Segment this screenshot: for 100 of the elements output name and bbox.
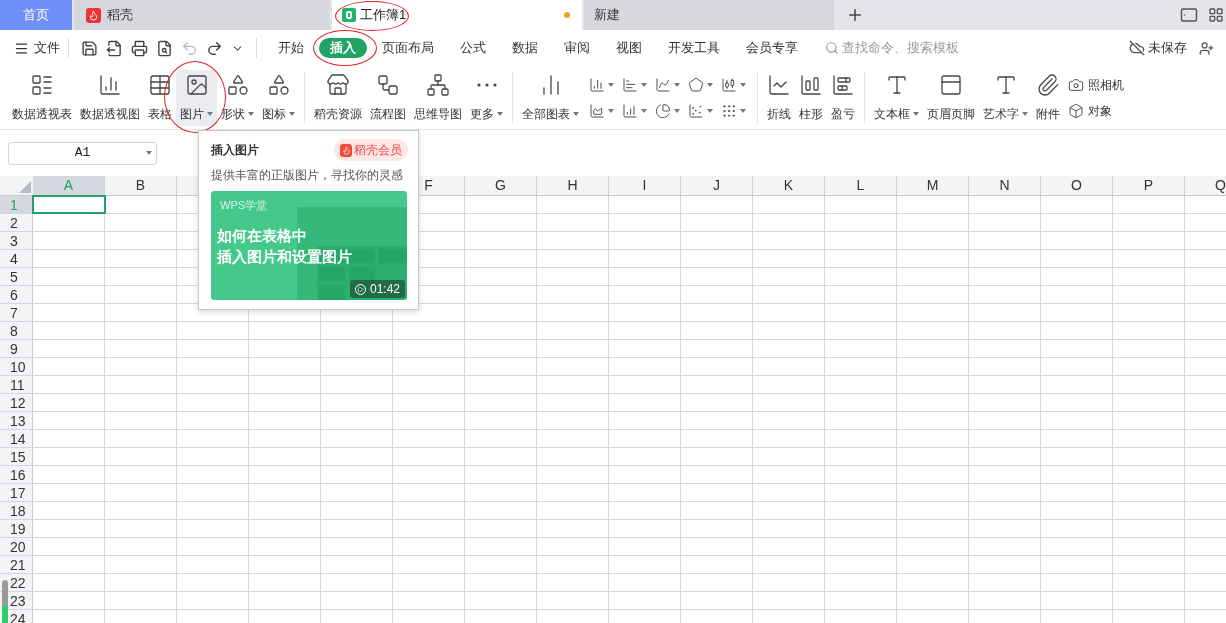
ribbon-tab[interactable]: 开发工具 <box>657 38 731 58</box>
ribbon-button[interactable]: 数据透视表 <box>8 69 76 126</box>
image-icon <box>184 72 209 97</box>
bubble-chart-icon[interactable] <box>721 102 746 119</box>
video-brand: WPS学堂 <box>220 198 268 213</box>
column-header[interactable]: H <box>537 176 609 195</box>
caret-icon <box>146 150 152 155</box>
caret-icon <box>913 111 919 116</box>
shapes-icon <box>225 72 250 97</box>
tablet-mode-icon[interactable] <box>1180 6 1198 24</box>
column-header[interactable]: O <box>1041 176 1113 195</box>
redo-icon[interactable] <box>206 39 223 57</box>
stock-chart-icon[interactable] <box>721 76 746 93</box>
save-status[interactable]: 未保存 <box>1148 38 1187 58</box>
column-header[interactable]: K <box>753 176 825 195</box>
video-card[interactable]: WPS学堂 如何在表格中 插入图片和设置图片 01:42 <box>211 191 407 300</box>
ribbon-button[interactable]: 流程图 <box>366 69 410 126</box>
caret-icon <box>497 111 503 116</box>
ribbon-button[interactable]: 页眉页脚 <box>923 69 979 126</box>
ribbon-button[interactable]: 形状 <box>217 69 258 126</box>
ribbon-tab[interactable]: 视图 <box>605 38 653 58</box>
combo-chart-icon[interactable] <box>622 102 647 119</box>
ribbon-button[interactable]: 柱形 <box>795 69 827 126</box>
scroll-indicator <box>2 580 8 623</box>
caret-icon <box>674 108 680 113</box>
collaborate-icon[interactable] <box>1199 40 1214 56</box>
column-header[interactable]: Q <box>1185 176 1226 195</box>
flowchart-icon <box>376 72 400 97</box>
caret-icon <box>641 108 647 113</box>
ribbon-button[interactable]: 数据透视图 <box>76 69 144 126</box>
ribbon-button[interactable]: 图标 <box>258 69 299 126</box>
caret-icon <box>674 82 680 87</box>
cloud-unsaved-icon <box>1129 40 1145 56</box>
column-header[interactable]: L <box>825 176 897 195</box>
header-footer-icon <box>939 72 963 97</box>
ribbon-button[interactable]: 附件 <box>1032 69 1064 126</box>
docer-logo-icon <box>86 7 101 23</box>
document-tab[interactable]: 工作簿1 <box>332 0 582 30</box>
ribbon-tab[interactable]: 审阅 <box>553 38 601 58</box>
tab-label: 稻壳 <box>107 6 133 25</box>
ribbon-small-button[interactable]: 对象 <box>1068 101 1124 120</box>
ribbon-tab[interactable]: 开始 <box>267 38 315 58</box>
file-menu-button[interactable]: 文件 <box>14 35 60 61</box>
search-icon <box>825 41 839 55</box>
ribbon-button[interactable]: 思维导图 <box>410 69 466 126</box>
object-icon <box>1068 102 1084 119</box>
column-header[interactable]: M <box>897 176 969 195</box>
video-duration[interactable]: 01:42 <box>349 280 405 298</box>
print-preview-icon[interactable] <box>156 39 173 57</box>
store-icon <box>326 72 350 97</box>
active-cell[interactable] <box>33 196 105 213</box>
column-header[interactable]: J <box>681 176 753 195</box>
column-header[interactable]: P <box>1113 176 1185 195</box>
document-tab[interactable]: 稻壳 <box>74 0 330 30</box>
new-tab-icon[interactable] <box>846 6 864 24</box>
more-icon <box>476 82 497 87</box>
caret-icon <box>289 111 295 116</box>
ribbon-button[interactable]: 文本框 <box>870 69 923 126</box>
mind-map-icon <box>426 72 450 97</box>
tab-label: 新建 <box>594 6 620 25</box>
ribbon-small-button[interactable]: 照相机 <box>1068 75 1124 94</box>
ribbon-tab[interactable]: 数据 <box>501 38 549 58</box>
radar-chart-icon[interactable] <box>688 76 713 93</box>
save-icon[interactable] <box>81 39 98 57</box>
tooltip-title: 插入图片 <box>211 142 259 159</box>
area-chart-icon[interactable] <box>589 102 614 119</box>
grid-view-icon[interactable] <box>1208 7 1224 23</box>
ribbon-button[interactable]: 更多 <box>466 69 507 126</box>
ribbon-button[interactable]: 稻壳资源 <box>310 69 366 126</box>
column-header[interactable]: N <box>969 176 1041 195</box>
pie-chart-icon[interactable] <box>655 102 680 119</box>
ribbon-button[interactable]: 图片 <box>176 69 217 126</box>
ribbon-button[interactable]: 艺术字 <box>979 69 1032 126</box>
column-chart-icon[interactable] <box>589 76 614 93</box>
ribbon-button[interactable]: 全部图表 <box>518 69 583 126</box>
scatter-chart-icon[interactable] <box>688 102 713 119</box>
caret-icon <box>740 82 746 87</box>
caret-icon <box>641 82 647 87</box>
ribbon-tab[interactable]: 会员专享 <box>735 38 809 58</box>
ribbon-button[interactable]: 盈亏 <box>827 69 859 126</box>
print-icon[interactable] <box>131 39 148 57</box>
ribbon-button[interactable]: 折线 <box>763 69 795 126</box>
column-header[interactable]: I <box>609 176 681 195</box>
ribbon-tab[interactable]: 页面布局 <box>371 38 445 58</box>
caret-icon <box>608 82 614 87</box>
pivot-table-icon <box>30 72 54 97</box>
bar-chart-icon[interactable] <box>622 76 647 93</box>
caret-icon <box>707 108 713 113</box>
caret-icon <box>1022 111 1028 116</box>
menu-icon <box>14 40 29 56</box>
export-icon[interactable] <box>106 39 123 57</box>
column-header[interactable]: G <box>465 176 537 195</box>
line-chart-icon[interactable] <box>655 76 680 93</box>
tab-label: 工作簿1 <box>360 6 407 25</box>
caret-icon <box>608 108 614 113</box>
document-tab[interactable]: 新建 <box>584 0 834 30</box>
name-box[interactable]: A1 <box>8 141 157 165</box>
ribbon-tab[interactable]: 公式 <box>449 38 497 58</box>
column-header[interactable]: B <box>105 176 177 195</box>
table-icon <box>148 72 172 97</box>
